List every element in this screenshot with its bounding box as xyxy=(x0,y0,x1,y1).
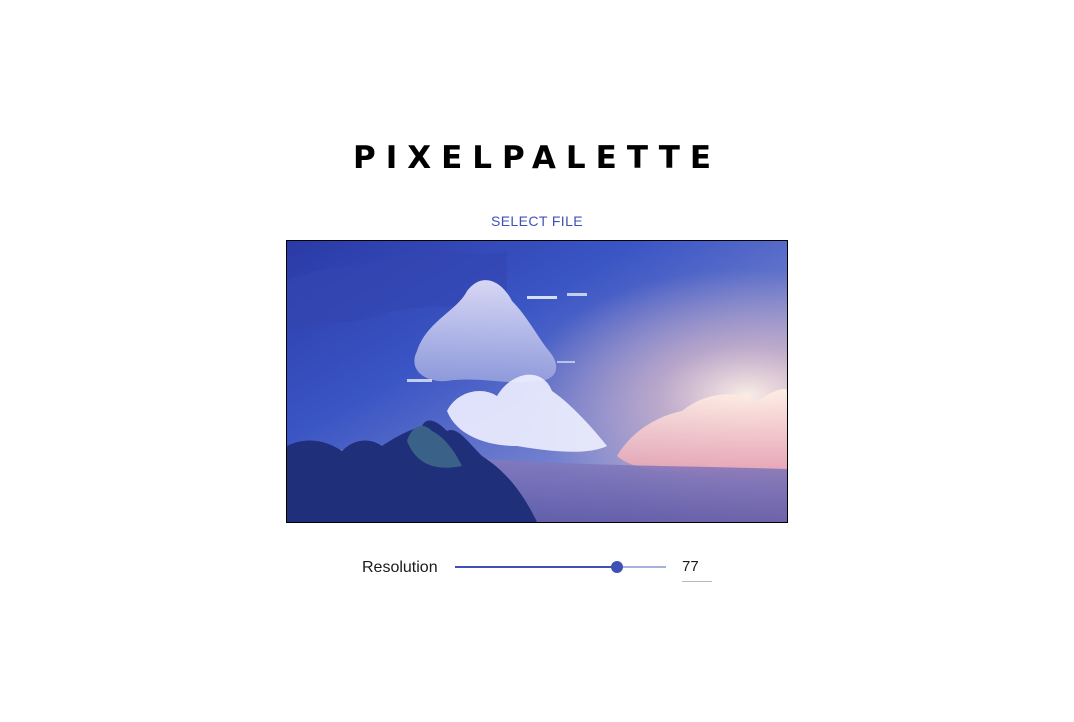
app-title: PIXELPALETTE xyxy=(352,140,722,176)
slider-track xyxy=(455,566,618,568)
sky-landscape-image xyxy=(287,241,787,522)
image-preview xyxy=(286,240,788,523)
resolution-value-input[interactable] xyxy=(682,556,712,582)
select-file-button[interactable]: SELECT FILE xyxy=(0,213,1074,229)
resolution-slider[interactable] xyxy=(455,558,666,576)
resolution-label: Resolution xyxy=(362,559,438,576)
slider-thumb[interactable] xyxy=(611,561,624,573)
